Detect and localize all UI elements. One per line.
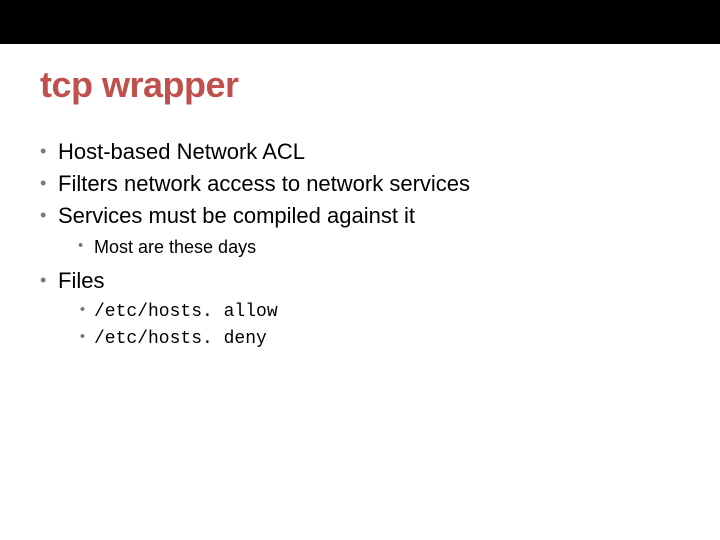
sub-list: /etc/hosts. allow /etc/hosts. deny [58,299,680,353]
slide-content: tcp wrapper Host-based Network ACL Filte… [0,44,720,353]
top-bar [0,0,720,44]
slide-title: tcp wrapper [40,64,680,106]
bullet-text: Files [58,268,104,293]
sub-list: Most are these days [58,234,680,261]
bullet-item: Host-based Network ACL [40,136,680,168]
bullet-text: Services must be compiled against it [58,203,415,228]
bullet-item: Services must be compiled against it Mos… [40,200,680,261]
bullet-item: Files /etc/hosts. allow /etc/hosts. deny [40,265,680,353]
sub-item: Most are these days [58,234,680,261]
bullet-item: Filters network access to network servic… [40,168,680,200]
sub-item-file: /etc/hosts. allow [58,299,680,326]
bullet-list: Host-based Network ACL Filters network a… [40,136,680,353]
sub-item-file: /etc/hosts. deny [58,326,680,353]
